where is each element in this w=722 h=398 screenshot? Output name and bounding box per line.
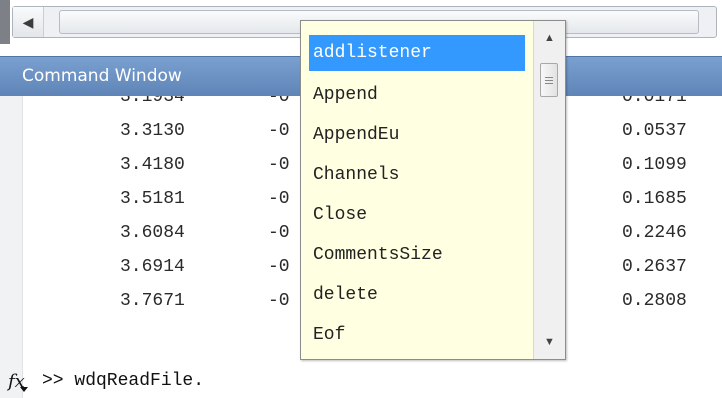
panel-edge — [0, 0, 10, 44]
autocomplete-item[interactable]: Eof — [309, 317, 525, 353]
output-cell: -0 — [268, 223, 290, 243]
triangle-left-icon: ◀ — [22, 13, 34, 30]
triangle-down-icon: ▼ — [544, 336, 555, 348]
command-input[interactable]: >> wdqReadFile. — [42, 371, 204, 391]
output-cell: 0.2808 — [622, 291, 687, 311]
output-cell: -0 — [268, 155, 290, 175]
output-cell: 0.2637 — [622, 257, 687, 277]
popup-scroll-thumb[interactable] — [540, 63, 558, 97]
output-cell: 3.6914 — [120, 257, 185, 277]
autocomplete-item[interactable]: Close — [309, 197, 525, 233]
output-cell: 0.1685 — [622, 189, 687, 209]
output-cell: -0 — [268, 121, 290, 141]
output-cell: -0 — [268, 189, 290, 209]
scroll-down-button[interactable]: ▼ — [534, 331, 565, 353]
triangle-up-icon: ▲ — [544, 32, 555, 44]
autocomplete-list[interactable]: addlistener Append AppendEu Channels Clo… — [301, 21, 533, 359]
autocomplete-item[interactable]: Channels — [309, 157, 525, 193]
output-cell: -0 — [268, 291, 290, 311]
scroll-left-button[interactable]: ◀ — [13, 7, 44, 37]
fx-dropdown-arrow-icon[interactable] — [20, 387, 28, 392]
autocomplete-item[interactable]: delete — [309, 277, 525, 313]
popup-vertical-scrollbar[interactable]: ▲ ▼ — [533, 21, 565, 359]
output-cell: 0.0537 — [622, 121, 687, 141]
output-cell: 0.1099 — [622, 155, 687, 175]
output-cell: -0 — [268, 257, 290, 277]
autocomplete-item[interactable]: Append — [309, 77, 525, 113]
autocomplete-popup[interactable]: addlistener Append AppendEu Channels Clo… — [300, 20, 566, 360]
output-cell: 3.1934 — [120, 96, 185, 107]
command-prompt-line[interactable]: fx >> wdqReadFile. — [0, 369, 722, 397]
window-title: Command Window — [22, 66, 182, 86]
autocomplete-item[interactable]: CommentsSize — [309, 237, 525, 273]
output-cell: 0.2246 — [622, 223, 687, 243]
output-cell: 3.6084 — [120, 223, 185, 243]
output-cell: 3.3130 — [120, 121, 185, 141]
scroll-up-button[interactable]: ▲ — [534, 27, 565, 49]
output-cell: 3.7671 — [120, 291, 185, 311]
output-cell: 3.5181 — [120, 189, 185, 209]
output-cell: 0.0171 — [622, 96, 687, 107]
autocomplete-item[interactable]: AppendEu — [309, 117, 525, 153]
output-cell: 3.4180 — [120, 155, 185, 175]
grip-icon — [545, 79, 553, 81]
output-cell: -0 — [268, 96, 290, 107]
autocomplete-item[interactable]: addlistener — [309, 35, 525, 71]
